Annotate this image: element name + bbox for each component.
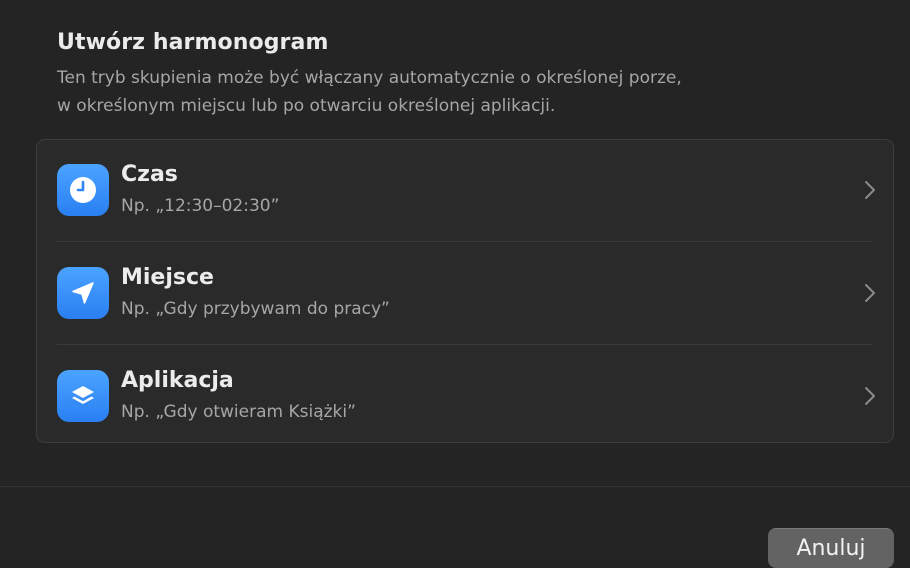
divider bbox=[57, 241, 873, 242]
description-line-1: Ten tryb skupienia może być włączany aut… bbox=[57, 68, 682, 88]
footer-divider bbox=[0, 486, 910, 487]
option-time-example: Np. „12:30–02:30” bbox=[121, 196, 280, 216]
chevron-right-icon bbox=[865, 181, 875, 199]
option-location-title: Miejsce bbox=[121, 265, 214, 290]
divider bbox=[57, 344, 873, 345]
dialog-description: Ten tryb skupienia może być włączany aut… bbox=[57, 64, 857, 120]
location-arrow-icon bbox=[57, 267, 109, 319]
app-layers-icon bbox=[57, 370, 109, 422]
schedule-dialog: Utwórz harmonogram Ten tryb skupienia mo… bbox=[0, 0, 910, 568]
option-app-title: Aplikacja bbox=[121, 368, 234, 393]
chevron-right-icon bbox=[865, 387, 875, 405]
dialog-title: Utwórz harmonogram bbox=[57, 30, 329, 55]
option-app-example: Np. „Gdy otwieram Książki” bbox=[121, 402, 356, 422]
option-location[interactable]: Miejsce Np. „Gdy przybywam do pracy” bbox=[37, 243, 895, 346]
option-time[interactable]: Czas Np. „12:30–02:30” bbox=[37, 140, 895, 243]
clock-icon bbox=[57, 164, 109, 216]
option-time-title: Czas bbox=[121, 162, 178, 187]
option-location-example: Np. „Gdy przybywam do pracy” bbox=[121, 299, 390, 319]
schedule-options-list: Czas Np. „12:30–02:30” Miejsce Np. „Gdy … bbox=[36, 139, 894, 443]
chevron-right-icon bbox=[865, 284, 875, 302]
cancel-button[interactable]: Anuluj bbox=[768, 528, 894, 568]
option-app[interactable]: Aplikacja Np. „Gdy otwieram Książki” bbox=[37, 346, 895, 449]
description-line-2: w określonym miejscu lub po otwarciu okr… bbox=[57, 96, 556, 116]
